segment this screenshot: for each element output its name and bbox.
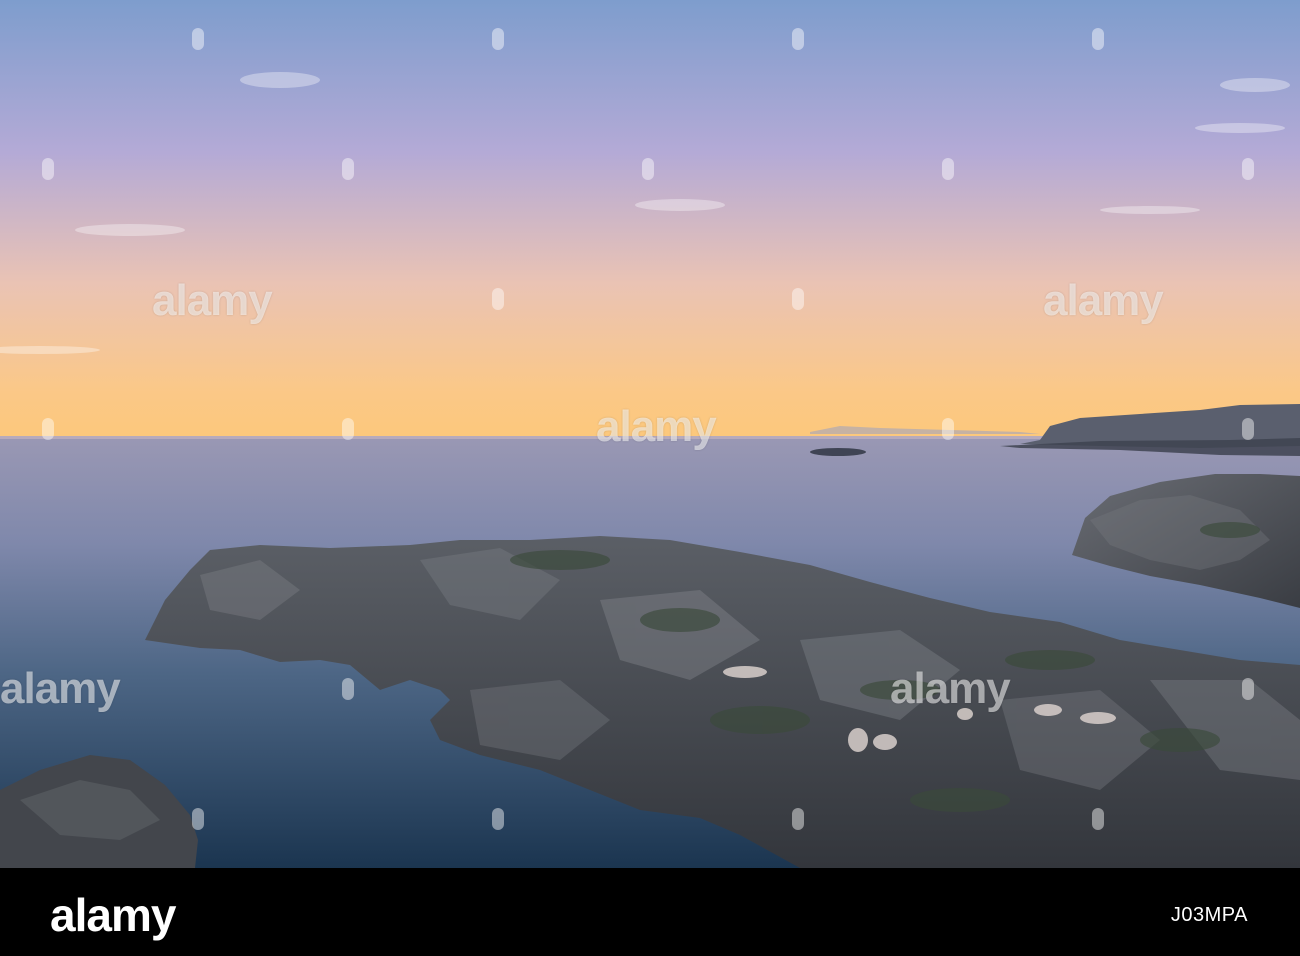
watermark-dot	[492, 808, 504, 830]
watermark-dot	[192, 28, 204, 50]
watermark-dot	[342, 678, 354, 700]
watermark-dot	[1092, 28, 1104, 50]
watermark-dot	[792, 28, 804, 50]
watermark-logo-bottom-right: alamy	[890, 664, 1011, 713]
watermark-dot	[42, 418, 54, 440]
footer-bar: alamy J03MPA	[0, 868, 1300, 956]
sky	[0, 0, 1300, 436]
image-id: J03MPA	[1170, 904, 1248, 926]
stock-photo: alamy alamy alamy alamy alamy alamy J03M…	[0, 0, 1300, 956]
watermark-dot	[942, 418, 954, 440]
watermark-dot	[792, 288, 804, 310]
alamy-logo: alamy	[50, 889, 176, 941]
watermark-dot	[1242, 678, 1254, 700]
watermark-dot	[42, 158, 54, 180]
watermark-dot	[342, 418, 354, 440]
islet	[810, 448, 866, 456]
watermark-dot	[192, 808, 204, 830]
watermark-logo-right: alamy	[1043, 276, 1164, 325]
watermark-logo-center: alamy	[596, 402, 717, 451]
watermark-logo-left: alamy	[152, 276, 273, 325]
watermark-logo-bottom-left: alamy	[0, 664, 121, 713]
watermark-dot	[942, 158, 954, 180]
watermark-dot	[792, 808, 804, 830]
watermark-dot	[1242, 158, 1254, 180]
watermark-dot	[342, 158, 354, 180]
watermark-dot	[1092, 808, 1104, 830]
watermark-dot	[642, 158, 654, 180]
watermark-dot	[492, 288, 504, 310]
watermark-dot	[1242, 418, 1254, 440]
watermark-dot	[492, 28, 504, 50]
